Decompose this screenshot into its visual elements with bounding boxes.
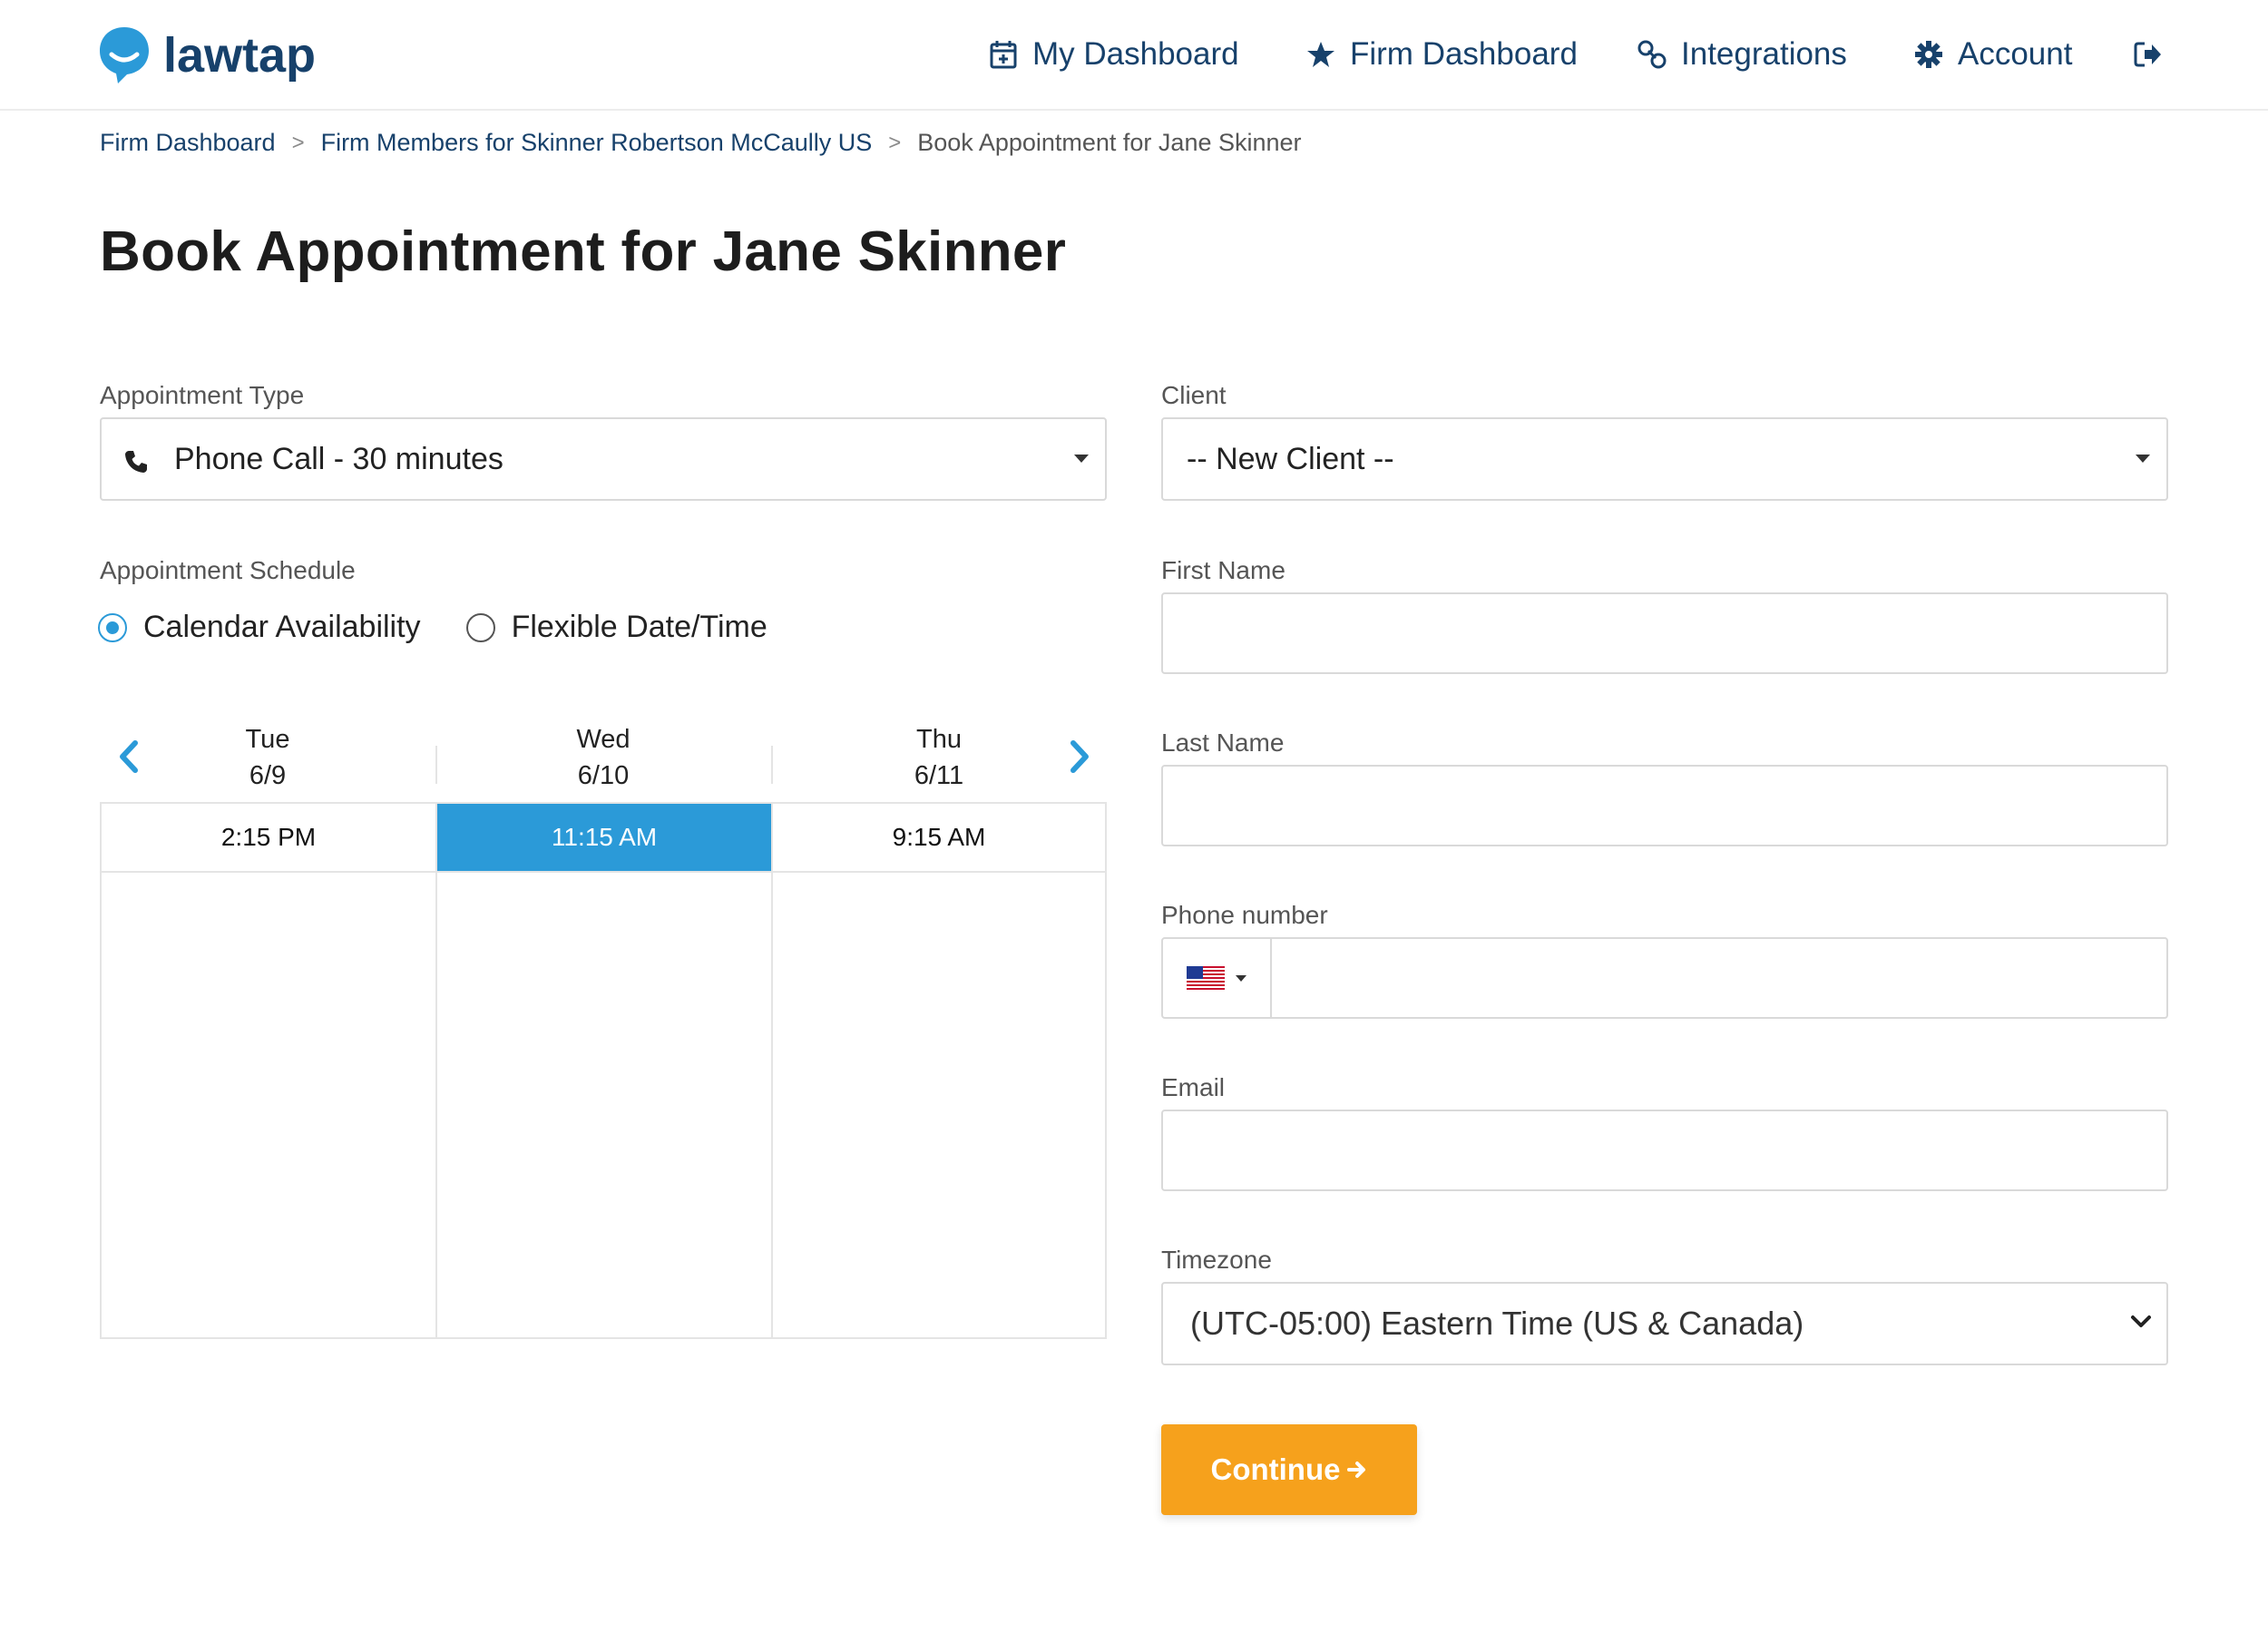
brand-name: lawtap	[163, 28, 317, 83]
first-name-input[interactable]	[1161, 592, 2168, 674]
nav-firm-dashboard[interactable]: Firm Dashboard	[1306, 0, 1578, 109]
chevron-down-icon	[2131, 1315, 2151, 1327]
chevron-down-icon	[2136, 455, 2150, 463]
phone-number-input[interactable]	[1161, 937, 2168, 1019]
email-label: Email	[1161, 1073, 1226, 1101]
schedule-radio-group: Calendar Availability Flexible Date/Time	[98, 610, 767, 645]
time-slot-selected[interactable]: 11:15 AM	[437, 804, 771, 871]
phone-icon	[125, 451, 147, 473]
timezone-label: Timezone	[1161, 1246, 1272, 1274]
continue-button[interactable]: Continue	[1161, 1424, 1417, 1515]
time-slot[interactable]: 2:15 PM	[102, 804, 435, 871]
calendar-day-name: Wed	[576, 725, 631, 754]
last-name-input[interactable]	[1161, 765, 2168, 846]
flexible-datetime-label[interactable]: Flexible Date/Time	[512, 610, 767, 645]
page-title: Book Appointment for Jane Skinner	[100, 220, 1067, 283]
phone-number-label: Phone number	[1161, 901, 1328, 929]
timezone-value: (UTC-05:00) Eastern Time (US & Canada)	[1190, 1305, 1804, 1342]
link-icon	[1637, 40, 1667, 69]
breadcrumb-current: Book Appointment for Jane Skinner	[917, 129, 1302, 156]
breadcrumb: Firm Dashboard > Firm Members for Skinne…	[100, 129, 1302, 157]
country-code-dropdown[interactable]	[1163, 939, 1272, 1017]
nav-integrations[interactable]: Integrations	[1637, 0, 1847, 109]
calendar-availability-radio[interactable]	[98, 612, 127, 642]
email-input[interactable]	[1161, 1110, 2168, 1191]
calendar-day-name: Thu	[916, 725, 962, 754]
nav-my-dashboard[interactable]: My Dashboard	[989, 0, 1239, 109]
last-name-label: Last Name	[1161, 728, 1285, 757]
breadcrumb-separator: >	[291, 130, 305, 155]
calendar-plus-icon	[990, 41, 1017, 69]
breadcrumb-separator: >	[888, 130, 902, 155]
chevron-down-icon	[1236, 974, 1246, 982]
appointment-type-value: Phone Call - 30 minutes	[174, 441, 503, 476]
arrow-right-icon	[1347, 1462, 1366, 1478]
gear-icon	[1915, 41, 1942, 68]
timezone-select[interactable]: (UTC-05:00) Eastern Time (US & Canada)	[1161, 1282, 2168, 1365]
logout-button[interactable]	[2134, 0, 2177, 109]
nav-account[interactable]: Account	[1914, 0, 2072, 109]
us-flag-icon	[1187, 966, 1225, 990]
nav-firm-dashboard-label: Firm Dashboard	[1350, 36, 1578, 72]
calendar-column-divider	[771, 804, 773, 1337]
calendar-day-name: Tue	[245, 725, 290, 754]
calendar-column-divider	[435, 804, 437, 1337]
time-slot[interactable]: 9:15 AM	[773, 804, 1105, 871]
logout-icon	[2134, 42, 2161, 67]
star-icon	[1307, 42, 1334, 67]
first-name-label: First Name	[1161, 556, 1286, 584]
appointment-type-select[interactable]: Phone Call - 30 minutes	[100, 417, 1107, 501]
chevron-down-icon	[1074, 455, 1089, 463]
client-label: Client	[1161, 381, 1227, 409]
calendar-day-date: 6/10	[577, 761, 630, 790]
breadcrumb-firm-dashboard[interactable]: Firm Dashboard	[100, 129, 276, 157]
appointment-type-label: Appointment Type	[100, 381, 305, 409]
breadcrumb-firm-members[interactable]: Firm Members for Skinner Robertson McCau…	[321, 129, 873, 157]
calendar-slot-grid: 2:15 PM 11:15 AM 9:15 AM	[100, 802, 1107, 1339]
client-select[interactable]: -- New Client --	[1161, 417, 2168, 501]
flexible-datetime-radio[interactable]	[465, 612, 495, 642]
calendar-availability-label[interactable]: Calendar Availability	[143, 610, 421, 645]
calendar-row-divider	[102, 871, 1105, 873]
nav-account-label: Account	[1958, 36, 2073, 72]
calendar-day-date: 6/11	[914, 761, 964, 790]
lawtap-logo[interactable]: lawtap	[98, 24, 316, 87]
calendar-day-header: Tue 6/9	[100, 721, 435, 794]
nav-my-dashboard-label: My Dashboard	[1032, 36, 1239, 72]
calendar-day-header: Thu 6/11	[771, 721, 1107, 794]
continue-button-label: Continue	[1210, 1452, 1341, 1486]
top-navbar: lawtap My Dashboard Firm Dashboard Integ…	[0, 0, 2268, 111]
lawtap-bubble-icon	[100, 27, 149, 83]
calendar-day-date: 6/9	[249, 761, 287, 790]
calendar-day-header: Wed 6/10	[435, 721, 771, 794]
appointment-schedule-label: Appointment Schedule	[100, 556, 356, 584]
nav-integrations-label: Integrations	[1681, 36, 1847, 72]
client-select-value: -- New Client --	[1187, 441, 1394, 476]
